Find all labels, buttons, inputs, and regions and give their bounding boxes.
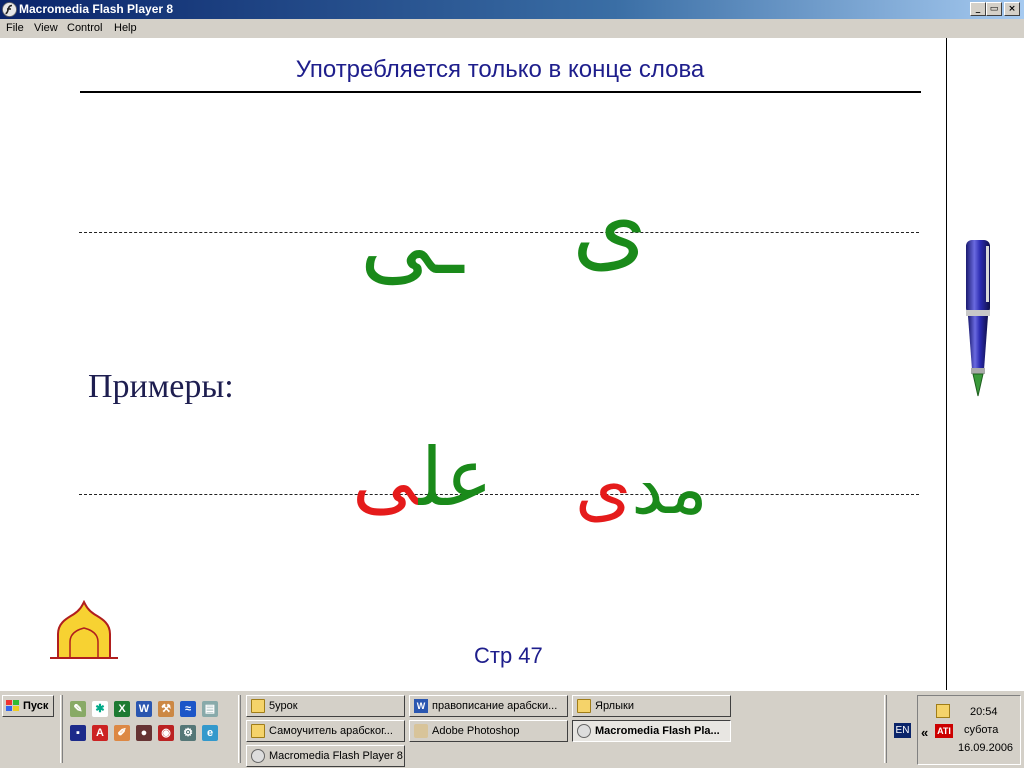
quick-launch-brush-icon[interactable]: ✐: [114, 725, 130, 741]
floppy-icon[interactable]: ▪: [70, 725, 86, 741]
windows-logo-icon: [6, 700, 19, 711]
task-button-shortcuts[interactable]: Ярлыки: [572, 695, 731, 717]
quick-launch-wave-icon[interactable]: ≈: [180, 701, 196, 717]
folder-icon: [251, 699, 265, 713]
task-label: Macromedia Flash Pla...: [595, 725, 720, 737]
task-button-photoshop[interactable]: Adobe Photoshop: [409, 720, 568, 742]
quick-launch-bar: ✎ ✱ X W ⚒ ≈ ▤ ▪ A ✐ ● ◉ ⚙ e: [66, 697, 230, 745]
flash-stage[interactable]: Употребляется только в конце слова ـى ى …: [0, 38, 1024, 690]
clock-time[interactable]: 20:54: [970, 706, 998, 718]
menu-control[interactable]: Control: [67, 22, 102, 34]
flash-icon: [251, 749, 265, 763]
quick-launch-pencil-icon[interactable]: ✎: [70, 701, 86, 717]
tray-expand-chevron[interactable]: «: [921, 725, 928, 740]
example-word-2: مدى: [575, 452, 708, 524]
task-button-5urok[interactable]: 5урок: [246, 695, 405, 717]
task-label: Ярлыки: [595, 700, 634, 712]
home-dome-icon[interactable]: [50, 600, 118, 660]
start-button[interactable]: Пуск: [2, 695, 54, 717]
ati-icon[interactable]: ATI: [935, 724, 953, 738]
clock-day: субота: [964, 724, 999, 736]
quick-launch-red-icon[interactable]: ◉: [158, 725, 174, 741]
quick-launch-network-icon[interactable]: ⚙: [180, 725, 196, 741]
start-label: Пуск: [23, 700, 49, 712]
system-tray: « ATI 20:54 субота 16.09.2006: [917, 695, 1021, 765]
toolbar-grip[interactable]: [60, 695, 63, 763]
letter-isolated-form: ى: [572, 170, 648, 282]
stage-divider: [946, 38, 947, 690]
window-title: Macromedia Flash Player 8: [19, 2, 174, 16]
title-underline: [80, 91, 921, 93]
guide-line-bottom: [79, 494, 919, 495]
photoshop-icon: [414, 724, 428, 738]
language-indicator[interactable]: EN: [894, 723, 911, 738]
task-label: Adobe Photoshop: [432, 725, 520, 737]
task-label: Самоучитель арабског...: [269, 725, 393, 737]
menu-help[interactable]: Help: [114, 22, 137, 34]
internet-explorer-icon[interactable]: e: [202, 725, 218, 741]
task-label: Macromedia Flash Player 8: [269, 750, 403, 762]
folder-icon: [577, 699, 591, 713]
menu-file[interactable]: File: [6, 22, 24, 34]
task-label: 5урок: [269, 700, 298, 712]
example-word-2-stem: مد: [631, 446, 708, 530]
example-word-1-ending: ى: [352, 431, 419, 524]
page-number: Стр 47: [474, 643, 543, 668]
guide-line-top: [79, 232, 919, 233]
quick-launch-ball-icon[interactable]: ●: [136, 725, 152, 741]
task-button-flash-player[interactable]: Macromedia Flash Player 8: [246, 745, 405, 767]
letter-final-form: ـى: [360, 188, 464, 295]
fountain-pen-icon: [966, 240, 990, 397]
task-button-tutorial[interactable]: Самоучитель арабског...: [246, 720, 405, 742]
example-word-1-stem: عل: [418, 431, 493, 524]
word-icon: W: [414, 699, 428, 713]
maximize-button[interactable]: ▭: [986, 2, 1002, 16]
example-word-2-ending: ى: [575, 446, 632, 530]
close-button[interactable]: ×: [1004, 2, 1020, 16]
examples-label: Примеры:: [88, 368, 234, 405]
menu-view[interactable]: View: [34, 22, 58, 34]
excel-icon[interactable]: X: [114, 701, 130, 717]
tray-clipboard-icon[interactable]: [936, 704, 950, 718]
task-label: правописание арабски...: [432, 700, 558, 712]
flash-icon: [577, 724, 591, 738]
quick-launch-asterisk-icon[interactable]: ✱: [92, 701, 108, 717]
minimize-button[interactable]: _: [970, 2, 986, 16]
quick-launch-notepad-icon[interactable]: ▤: [202, 701, 218, 717]
folder-icon: [251, 724, 265, 738]
taskbar: Пуск ✎ ✱ X W ⚒ ≈ ▤ ▪ A ✐ ● ◉ ⚙ e 5урок W…: [0, 690, 1024, 768]
slide-title: Употребляется только в конце слова: [295, 56, 705, 83]
task-button-flash-active[interactable]: Macromedia Flash Pla...: [572, 720, 731, 742]
flash-player-icon: [2, 2, 17, 17]
example-word-1: على: [352, 438, 493, 518]
menu-bar: File View Control Help: [0, 19, 1024, 38]
task-button-document[interactable]: W правописание арабски...: [409, 695, 568, 717]
word-icon[interactable]: W: [136, 701, 152, 717]
toolbar-grip[interactable]: [884, 695, 887, 763]
toolbar-grip[interactable]: [238, 695, 241, 763]
window-titlebar[interactable]: Macromedia Flash Player 8 _ ▭ ×: [0, 0, 1024, 19]
acrobat-icon[interactable]: A: [92, 725, 108, 741]
clock-date: 16.09.2006: [958, 742, 1014, 754]
quick-launch-tool-icon[interactable]: ⚒: [158, 701, 174, 717]
